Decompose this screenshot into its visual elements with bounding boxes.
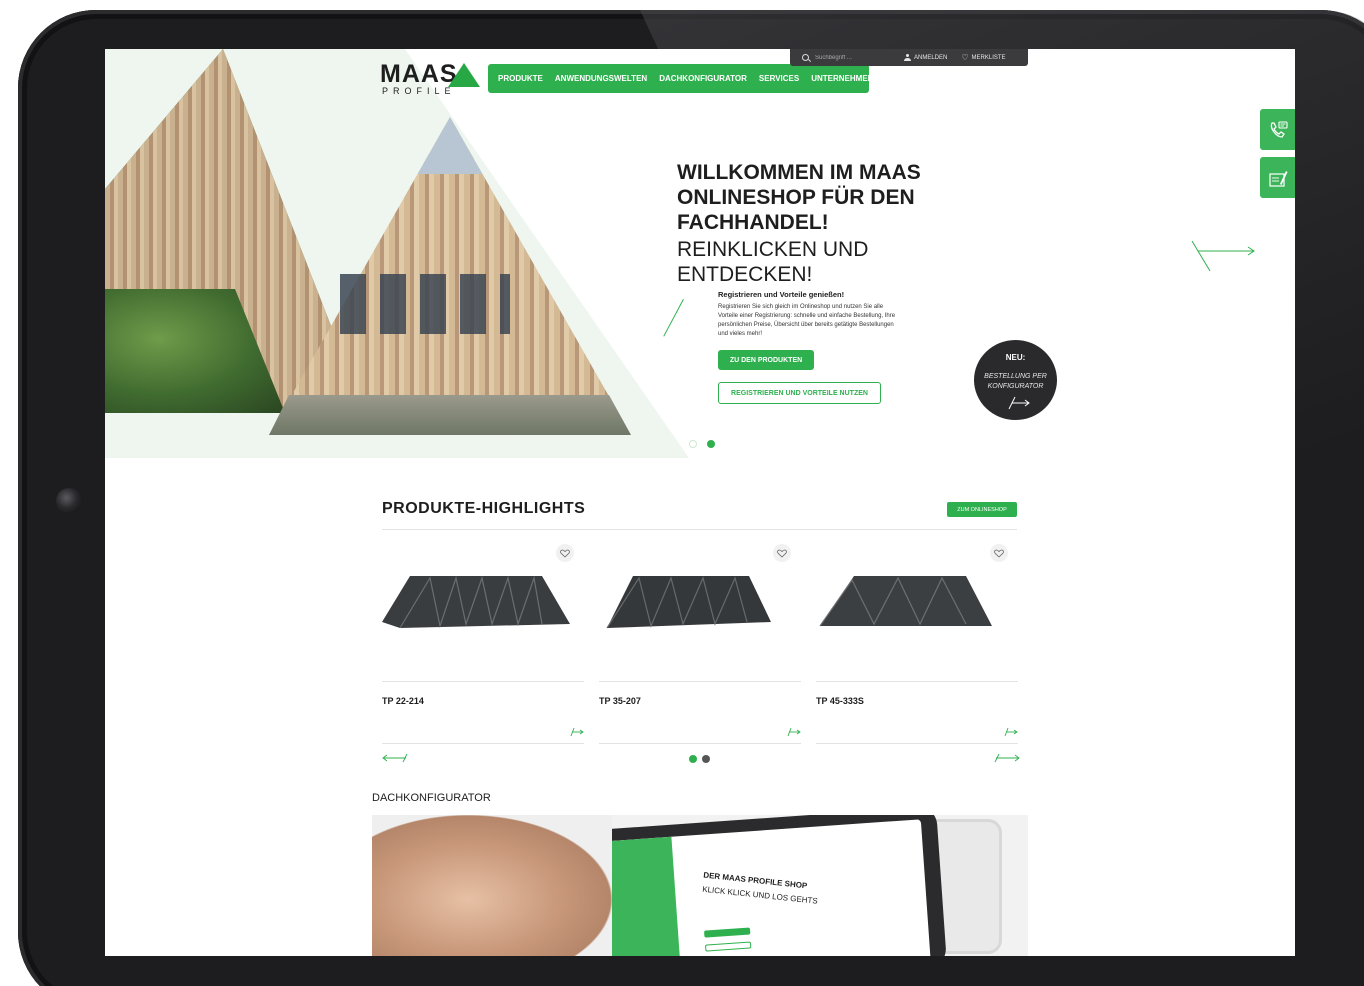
product-card[interactable]: TP 45-333S <box>816 544 1018 745</box>
nav-item-services[interactable]: SERVICES <box>759 74 799 83</box>
wishlist-link[interactable]: ♡ MERKLISTE <box>961 52 1006 62</box>
hero-photo-windows <box>340 274 510 334</box>
hero-next-arrow-icon[interactable] <box>1190 239 1256 273</box>
hero-dot-2[interactable] <box>707 440 715 448</box>
search-box <box>802 54 890 61</box>
hero-dot-1[interactable] <box>689 440 697 448</box>
hero-subtitle: REINKLICKEN UND ENTDECKEN! <box>677 238 869 286</box>
hero-slider-dots <box>689 440 725 448</box>
banner-hand-photo <box>372 815 612 956</box>
product-divider <box>816 743 1018 744</box>
badge-arrow-icon <box>1008 396 1030 410</box>
logo[interactable]: MAAS PROFILE <box>380 61 480 97</box>
main-navigation: PRODUKTE ANWENDUNGSWELTEN DACHKONFIGURAT… <box>488 64 873 93</box>
product-arrow-icon[interactable] <box>787 727 801 737</box>
carousel-prev-arrow-icon[interactable] <box>382 753 408 763</box>
search-input[interactable] <box>815 54 885 61</box>
nav-item-dachkonfigurator[interactable]: DACHKONFIGURATOR <box>659 74 747 83</box>
product-divider <box>599 743 801 744</box>
product-name[interactable]: TP 22-214 <box>382 696 424 706</box>
login-label: ANMELDEN <box>914 54 948 61</box>
badge-text: BESTELLUNG PER KONFIGURATOR <box>984 373 1047 390</box>
badge-title: NEU: <box>1005 353 1026 362</box>
konfigurator-title: DACHKONFIGURATOR <box>372 792 491 804</box>
hero-photo-ground <box>269 395 631 435</box>
phone-icon <box>1270 120 1288 138</box>
logo-text: MAAS <box>380 60 458 88</box>
highlights-divider <box>382 529 1017 530</box>
product-divider <box>382 743 584 744</box>
hero-slash-decoration <box>663 299 684 337</box>
carousel-next-arrow-icon[interactable] <box>994 753 1020 763</box>
nav-item-produkte[interactable]: PRODUKTE <box>498 74 543 83</box>
carousel-dot-2[interactable] <box>702 755 710 763</box>
logo-subtext: PROFILE <box>382 86 456 96</box>
product-divider <box>599 681 801 682</box>
wishlist-heart-icon[interactable] <box>556 544 574 562</box>
nav-item-anwendungswelten[interactable]: ANWENDUNGSWELTEN <box>555 74 647 83</box>
carousel-dot-1[interactable] <box>689 755 697 763</box>
camera-icon <box>56 488 82 514</box>
wishlist-heart-icon[interactable] <box>990 544 1008 562</box>
register-button[interactable]: REGISTRIEREN UND VORTEILE NUTZEN <box>718 382 881 404</box>
contact-phone-tab[interactable] <box>1260 109 1295 150</box>
banner-mini-button <box>704 927 751 938</box>
banner-mini-button <box>704 941 752 952</box>
register-text: Registrieren Sie sich gleich im Onlinesh… <box>718 304 896 337</box>
wishlist-label: MERKLISTE <box>971 54 1006 61</box>
products-button[interactable]: ZU DEN PRODUKTEN <box>718 350 814 370</box>
heart-icon: ♡ <box>961 52 969 62</box>
search-icon[interactable] <box>802 54 809 61</box>
konfigurator-badge[interactable]: NEU: BESTELLUNG PER KONFIGURATOR <box>974 340 1057 420</box>
logo-triangle-icon <box>448 63 480 87</box>
login-link[interactable]: ANMELDEN <box>904 54 947 61</box>
product-image <box>382 575 570 629</box>
highlights-title: PRODUKTE-HIGHLIGHTS <box>382 500 586 517</box>
carousel-dots <box>689 755 715 763</box>
contact-form-tab[interactable] <box>1260 157 1295 198</box>
product-divider <box>382 681 584 682</box>
product-divider <box>816 681 1018 682</box>
onlineshop-button[interactable]: ZUM ONLINESHOP <box>947 502 1017 517</box>
form-icon <box>1268 170 1287 187</box>
screen: MAAS PROFILE PRODUKTE ANWENDUNGSWELTEN D… <box>105 49 1295 956</box>
hero-title: WILLKOMMEN IM MAAS ONLINESHOP FÜR DEN FA… <box>677 161 921 234</box>
wishlist-heart-icon[interactable] <box>773 544 791 562</box>
product-name[interactable]: TP 45-333S <box>816 696 864 706</box>
nav-item-unternehmen[interactable]: UNTERNEHMEN <box>811 74 873 83</box>
product-image <box>606 576 771 629</box>
product-arrow-icon[interactable] <box>570 727 584 737</box>
user-icon <box>904 54 911 61</box>
product-card[interactable]: TP 22-214 <box>382 544 584 745</box>
konfigurator-banner[interactable]: DER MAAS PROFILE SHOP KLICK KLICK UND LO… <box>372 815 1028 956</box>
top-bar: ANMELDEN ♡ MERKLISTE <box>790 49 1028 66</box>
product-arrow-icon[interactable] <box>1004 727 1018 737</box>
product-image <box>819 576 992 627</box>
product-card[interactable]: TP 35-207 <box>599 544 801 745</box>
product-name[interactable]: TP 35-207 <box>599 696 641 706</box>
register-heading: Registrieren und Vorteile genießen! <box>718 290 845 299</box>
